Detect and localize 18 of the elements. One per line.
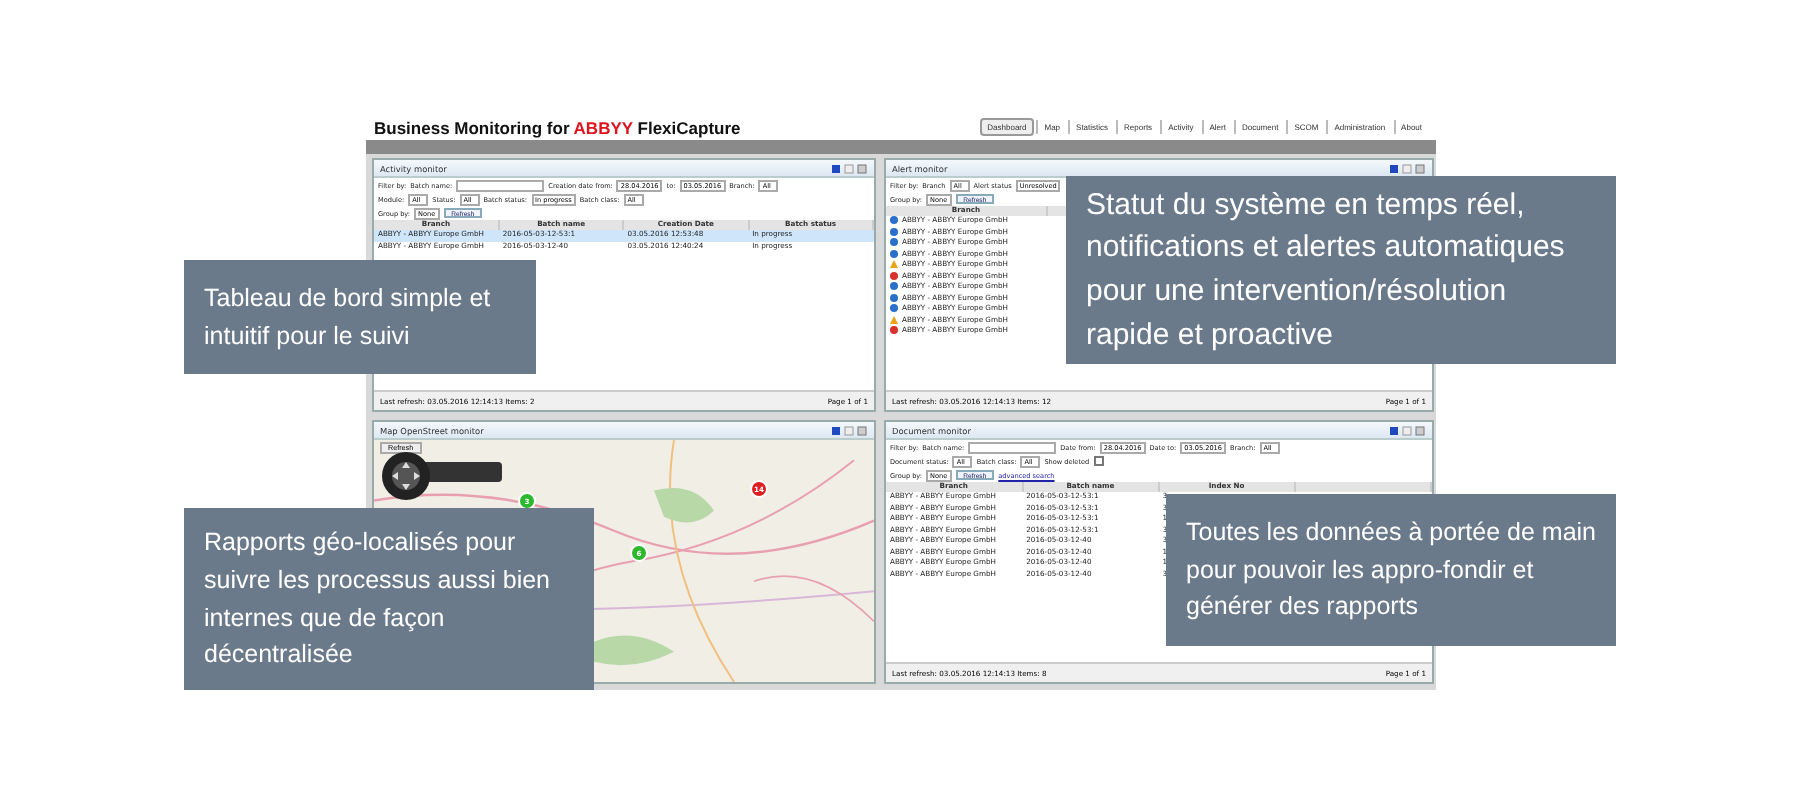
input-field[interactable] [968,441,1057,453]
legend-panel [422,462,502,482]
warning-icon [890,260,898,269]
error-icon [890,326,898,335]
callout-text: Rapports géo-localisés pour suivre les processus aussi bien internes que de façon décentralisée [184,508,594,690]
pan-control-icon[interactable] [382,452,430,500]
warning-icon [890,315,898,324]
callout-text: Tableau de bord simple et intuitif pour le suivi [184,260,536,374]
window-icons[interactable] [832,425,868,435]
input-field[interactable] [456,179,545,191]
window-icons[interactable] [1390,425,1426,435]
callout-text: Toutes les données à portée de main pour pouvoir les appro-fondir et générer des rapports [1166,494,1616,646]
app-title: Business Monitoring for ABBYY FlexiCapture [374,117,741,137]
checkbox[interactable] [1093,456,1104,466]
window-icons[interactable] [832,163,868,173]
callout-text: Statut du système en temps réel, notifications et alertes automatiques pour une intervention/résolution rapide et proactive [1066,176,1616,364]
window-icons[interactable] [1390,163,1426,173]
error-icon [890,271,898,280]
